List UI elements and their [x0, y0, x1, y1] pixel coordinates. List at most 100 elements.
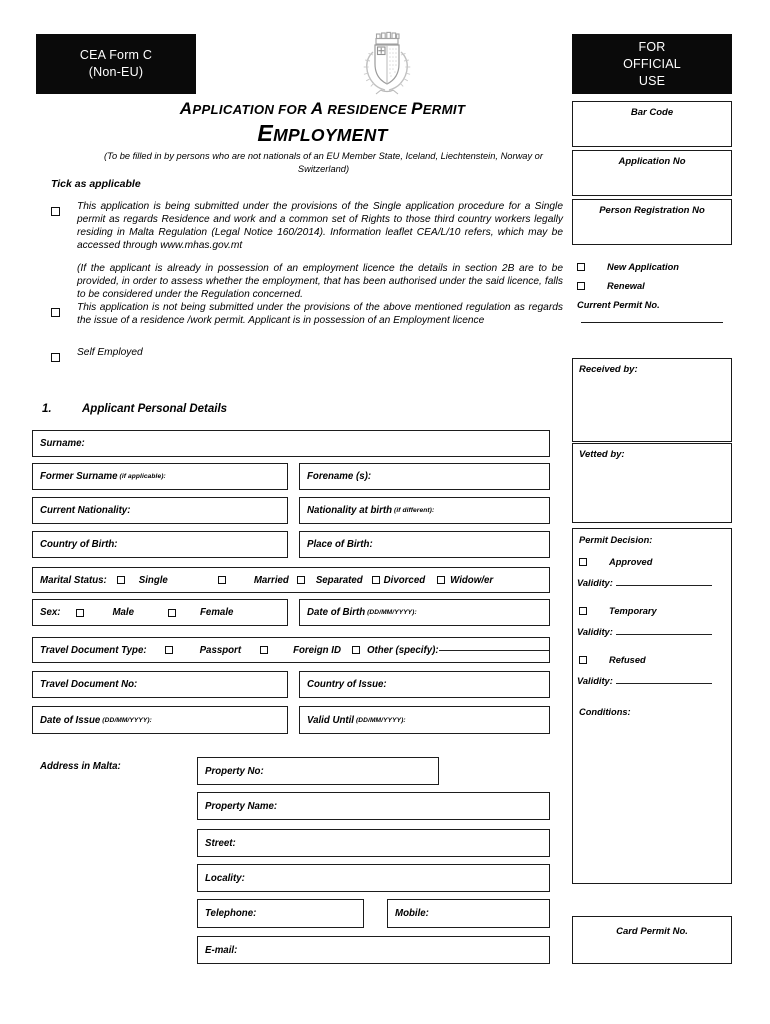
bar-code-box[interactable]: Bar Code — [572, 101, 732, 147]
title-sc-4: ERMIT — [422, 102, 466, 117]
tick-option-1-text: This application is being submitted unde… — [77, 201, 563, 252]
locality-field[interactable]: Locality: — [197, 864, 550, 892]
telephone-label: Telephone: — [205, 908, 257, 919]
temporary-checkbox[interactable] — [579, 607, 587, 615]
current-nationality-label: Current Nationality: — [40, 505, 131, 516]
form-page: CEA Form C (Non-EU) APPLICATION FOR A RE… — [0, 0, 770, 1024]
street-label: Street: — [205, 837, 236, 849]
country-of-birth-label: Country of Birth: — [40, 539, 118, 550]
temporary-validity-row[interactable]: Validity: — [577, 627, 712, 637]
marital-divorced-checkbox[interactable] — [371, 576, 380, 584]
travel-doc-passport-label: Passport — [199, 644, 242, 656]
nationality-at-birth-hint: (if different): — [394, 507, 435, 514]
valid-until-hint: (DD/MM/YYYY): — [356, 716, 406, 724]
tick-option-3-row[interactable]: Self Employed — [51, 346, 563, 367]
refused-validity-line[interactable] — [615, 683, 712, 684]
date-of-birth-field[interactable]: Date of Birth (DD/MM/YYYY): — [299, 599, 550, 626]
travel-document-no-field[interactable]: Travel Document No: — [32, 671, 288, 698]
email-field[interactable]: E-mail: — [197, 936, 550, 964]
telephone-field[interactable]: Telephone: — [197, 899, 364, 928]
sex-field[interactable]: Sex: Male Female — [32, 599, 288, 626]
sex-male-checkbox[interactable] — [76, 608, 85, 617]
former-surname-field[interactable]: Former Surname (if applicable): — [32, 463, 288, 490]
refused-checkbox[interactable] — [579, 656, 587, 664]
renewal-checkbox[interactable] — [577, 282, 585, 290]
current-nationality-field[interactable]: Current Nationality: — [32, 497, 288, 524]
former-surname-label: Former Surname — [40, 471, 118, 482]
renewal-row[interactable]: Renewal — [577, 281, 645, 291]
place-of-birth-field[interactable]: Place of Birth: — [299, 531, 550, 558]
approved-checkbox[interactable] — [579, 558, 587, 566]
person-registration-no-box[interactable]: Person Registration No — [572, 199, 732, 245]
travel-doc-other-input-line[interactable] — [438, 649, 549, 651]
temporary-row[interactable]: Temporary — [579, 606, 657, 616]
temporary-validity-line[interactable] — [615, 634, 712, 635]
card-permit-no-box[interactable]: Card Permit No. — [572, 916, 732, 964]
permit-decision-box[interactable]: Permit Decision: Approved Validity: Temp… — [572, 528, 732, 884]
new-application-row[interactable]: New Application — [577, 262, 679, 272]
tick-option-3-checkbox-cell[interactable] — [51, 346, 77, 367]
new-application-checkbox[interactable] — [577, 263, 585, 271]
marital-widow-label: Widow/er — [450, 574, 494, 586]
tick-option-2-checkbox-cell[interactable] — [51, 301, 77, 322]
marital-single-checkbox[interactable] — [116, 576, 125, 584]
marital-widow-checkbox[interactable] — [437, 576, 446, 584]
approved-row[interactable]: Approved — [579, 557, 652, 567]
property-no-field[interactable]: Property No: — [197, 757, 439, 785]
surname-field[interactable]: Surname: — [32, 430, 550, 457]
title-sc-2: R — [323, 102, 338, 117]
tick-option-1-checkbox-cell[interactable] — [51, 200, 77, 221]
travel-document-type-field[interactable]: Travel Document Type: Passport Foreign I… — [32, 637, 550, 663]
current-permit-no-line[interactable] — [581, 322, 723, 323]
marital-separated-checkbox[interactable] — [296, 576, 305, 584]
approved-validity-line[interactable] — [615, 585, 712, 586]
tick-option-2-row[interactable]: This application is not being submitted … — [51, 301, 563, 327]
official-use-banner: FOR OFFICIAL USE — [572, 34, 732, 94]
malta-coat-of-arms-icon — [355, 28, 419, 96]
vetted-by-box[interactable]: Vetted by: — [572, 443, 732, 523]
form-tag-line2: (Non-EU) — [88, 65, 144, 79]
sex-female-checkbox[interactable] — [168, 608, 177, 617]
renewal-label: Renewal — [607, 281, 645, 291]
nationality-at-birth-label: Nationality at birth — [307, 505, 393, 516]
country-of-issue-field[interactable]: Country of Issue: — [299, 671, 550, 698]
refused-row[interactable]: Refused — [579, 655, 646, 665]
country-of-birth-field[interactable]: Country of Birth: — [32, 531, 288, 558]
locality-label: Locality: — [205, 872, 245, 884]
tick-option-2-checkbox[interactable] — [51, 308, 60, 318]
title-sc-3: ESIDENCE — [337, 102, 412, 117]
property-name-field[interactable]: Property Name: — [197, 792, 550, 820]
marital-single-label: Single — [138, 574, 168, 586]
travel-doc-other-checkbox[interactable] — [351, 646, 360, 654]
travel-doc-passport-checkbox[interactable] — [164, 646, 173, 654]
tick-option-3-checkbox[interactable] — [51, 353, 60, 363]
surname-label: Surname: — [40, 438, 85, 449]
street-field[interactable]: Street: — [197, 829, 550, 857]
application-no-box[interactable]: Application No — [572, 150, 732, 196]
temporary-validity-label: Validity: — [577, 627, 613, 637]
valid-until-label: Valid Until — [307, 714, 355, 726]
received-by-box[interactable]: Received by: — [572, 358, 732, 442]
forename-field[interactable]: Forename (s): — [299, 463, 550, 490]
approved-validity-row[interactable]: Validity: — [577, 578, 712, 588]
vetted-by-label: Vetted by: — [579, 449, 625, 460]
tick-option-1-row[interactable]: This application is being submitted unde… — [51, 200, 563, 252]
address-in-malta-label: Address in Malta: — [40, 761, 121, 772]
page-subtitle: (To be filled in by persons who are not … — [104, 151, 543, 174]
marital-married-checkbox[interactable] — [217, 576, 226, 584]
sex-female-label: Female — [200, 607, 234, 618]
travel-doc-foreign-id-checkbox[interactable] — [260, 646, 269, 654]
refused-validity-row[interactable]: Validity: — [577, 676, 712, 686]
marital-married-label: Married — [253, 574, 289, 586]
travel-doc-foreign-id-label: Foreign ID — [293, 644, 341, 656]
title-cap-a: A — [179, 99, 193, 118]
travel-document-type-label: Travel Document Type: — [40, 644, 147, 656]
mobile-field[interactable]: Mobile: — [387, 899, 550, 928]
date-of-issue-field[interactable]: Date of Issue (DD/MM/YYYY): — [32, 706, 288, 734]
email-label: E-mail: — [205, 944, 238, 956]
travel-doc-other-label: Other (specify): — [366, 644, 439, 656]
nationality-at-birth-field[interactable]: Nationality at birth (if different): — [299, 497, 550, 524]
marital-status-field[interactable]: Marital Status: Single Married Separated… — [32, 567, 550, 593]
tick-option-1-checkbox[interactable] — [51, 207, 60, 217]
valid-until-field[interactable]: Valid Until (DD/MM/YYYY): — [299, 706, 550, 734]
